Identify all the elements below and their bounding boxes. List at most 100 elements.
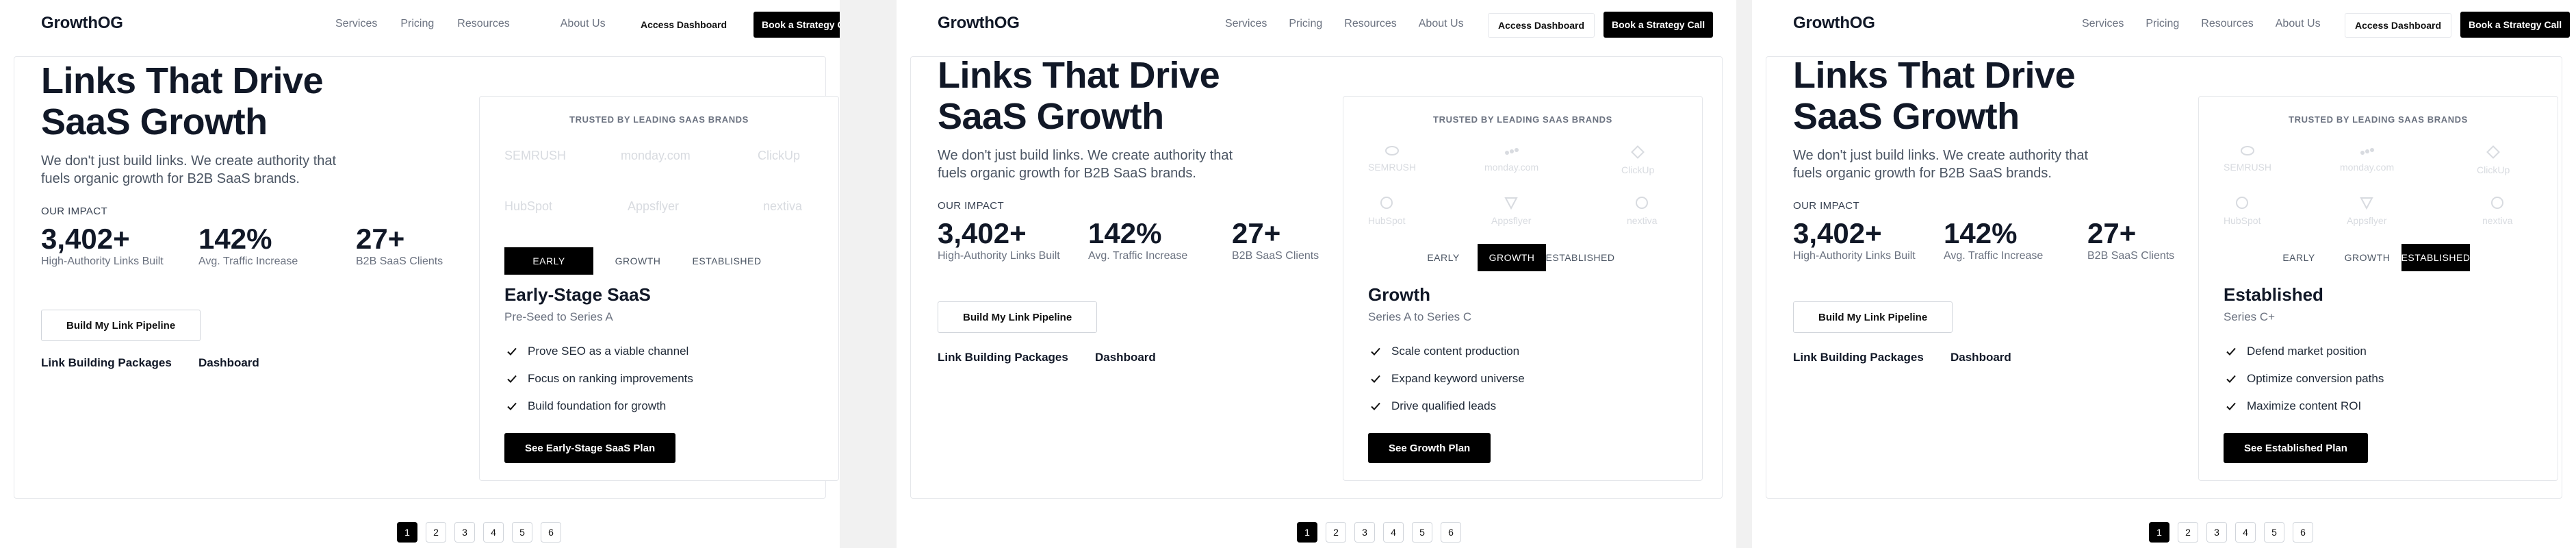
brand-logo-hubspot: HubSpot: [1368, 195, 1405, 226]
brand-logo-nextiva: nextiva: [763, 199, 802, 214]
page-button-6[interactable]: 6: [2293, 522, 2313, 543]
hero-title-line-2: SaaS Growth: [41, 101, 268, 142]
stat-label: B2B SaaS Clients: [2087, 250, 2175, 262]
nav-item-pricing[interactable]: Pricing: [1289, 18, 1322, 30]
feature-text: Focus on ranking improvements: [528, 372, 693, 385]
clock-logo-icon: [1368, 145, 1416, 159]
access-dashboard-button[interactable]: Access Dashboard: [2345, 13, 2452, 38]
stat-label: B2B SaaS Clients: [1232, 250, 1319, 262]
page-button-6[interactable]: 6: [541, 522, 561, 543]
nav-item-pricing[interactable]: Pricing: [2146, 18, 2179, 30]
see-plan-button[interactable]: See Early-Stage SaaS Plan: [504, 433, 676, 463]
tab-growth[interactable]: GROWTH: [1478, 244, 1546, 271]
nav-item-services[interactable]: Services: [1225, 18, 1267, 30]
tab-established[interactable]: ESTABLISHED: [2401, 244, 2470, 271]
nav-item-services[interactable]: Services: [2082, 18, 2124, 30]
feature-text: Build foundation for growth: [528, 399, 667, 412]
link-building-packages-link[interactable]: Link Building Packages: [1793, 351, 1924, 364]
page-button-2[interactable]: 2: [426, 522, 446, 543]
book-strategy-call-button[interactable]: Book a Strategy Call: [754, 12, 840, 38]
nav-item-pricing[interactable]: Pricing: [400, 18, 434, 30]
plan-subtitle: Pre-Seed to Series A: [504, 310, 613, 323]
plans-card: TRUSTED BY LEADING SAAS BRANDS SEMRUSH mon…: [2198, 96, 2558, 481]
page-button-1[interactable]: 1: [397, 522, 417, 543]
build-link-pipeline-button[interactable]: Build My Link Pipeline: [41, 310, 201, 341]
nav-item-resources[interactable]: Resources: [1344, 18, 1396, 30]
stage-tabs: EARLY GROWTH ESTABLISHED: [2265, 244, 2470, 271]
brand-logo-text: HubSpot: [504, 199, 553, 213]
dashboard-link[interactable]: Dashboard: [198, 356, 259, 370]
triangle-logo-icon: [2347, 195, 2386, 212]
brand-logo-text: monday.com: [621, 149, 691, 162]
impact-label: OUR IMPACT: [1793, 200, 1860, 212]
page-button-4[interactable]: 4: [1383, 522, 1404, 543]
stat-item: 27+ B2B SaaS Clients: [1232, 217, 1319, 262]
page-button-4[interactable]: 4: [2235, 522, 2256, 543]
tab-established[interactable]: ESTABLISHED: [682, 247, 771, 275]
secondary-links: Link Building Packages Dashboard: [938, 351, 1280, 366]
page-button-3[interactable]: 3: [1354, 522, 1375, 543]
page-button-4[interactable]: 4: [483, 522, 504, 543]
page-button-5[interactable]: 5: [1412, 522, 1432, 543]
nav-item-about-us[interactable]: About Us: [561, 18, 606, 30]
access-dashboard-button[interactable]: Access Dashboard: [1488, 13, 1595, 38]
nav-item-resources[interactable]: Resources: [457, 18, 509, 30]
feature-text: Drive qualified leads: [1391, 399, 1497, 412]
page-button-3[interactable]: 3: [2206, 522, 2227, 543]
feature-item: Optimize conversion paths: [2224, 365, 2384, 393]
stat-label: Avg. Traffic Increase: [1944, 250, 2044, 262]
check-icon: [2224, 371, 2239, 386]
monday-logo-icon: [1484, 145, 1538, 159]
nav-item-about-us[interactable]: About Us: [1419, 18, 1464, 30]
stat-value: 3,402+: [1793, 217, 1882, 249]
brand-logo[interactable]: GrowthOG: [938, 14, 1020, 33]
page-button-1[interactable]: 1: [2149, 522, 2169, 543]
tab-early[interactable]: EARLY: [1409, 244, 1478, 271]
stat-item: 27+ B2B SaaS Clients: [2087, 217, 2174, 262]
access-dashboard-button[interactable]: Access Dashboard: [631, 13, 737, 36]
book-strategy-call-button[interactable]: Book a Strategy Call: [2460, 12, 2571, 38]
check-icon: [1368, 344, 1383, 359]
page-button-5[interactable]: 5: [512, 522, 532, 543]
stat-item: 3,402+ High-Authority Links Built: [938, 217, 1060, 262]
page-button-2[interactable]: 2: [2178, 522, 2198, 543]
build-link-pipeline-button[interactable]: Build My Link Pipeline: [1793, 301, 1953, 333]
pagination: 123456: [1297, 522, 1461, 543]
page-button-5[interactable]: 5: [2264, 522, 2284, 543]
page-button-2[interactable]: 2: [1326, 522, 1346, 543]
link-building-packages-link[interactable]: Link Building Packages: [41, 356, 172, 370]
pagination: 123456: [2149, 522, 2313, 543]
nav-item-resources[interactable]: Resources: [2201, 18, 2253, 30]
see-plan-button[interactable]: See Growth Plan: [1368, 433, 1491, 463]
tab-early[interactable]: EARLY: [2265, 244, 2333, 271]
nav-item-about-us[interactable]: About Us: [2276, 18, 2321, 30]
tab-early[interactable]: EARLY: [504, 247, 593, 275]
tab-growth[interactable]: GROWTH: [2333, 244, 2401, 271]
page-button-3[interactable]: 3: [454, 522, 475, 543]
main-nav: Services Pricing Resources About Us: [1225, 18, 1464, 30]
nav-item-services[interactable]: Services: [335, 18, 377, 30]
feature-text: Expand keyword universe: [1391, 372, 1525, 385]
build-link-pipeline-button[interactable]: Build My Link Pipeline: [938, 301, 1098, 333]
page-button-1[interactable]: 1: [1297, 522, 1317, 543]
dashboard-link[interactable]: Dashboard: [1095, 351, 1156, 364]
stat-label: High-Authority Links Built: [1793, 250, 1916, 262]
brand-logo-text: SEMRUSH: [1368, 162, 1417, 173]
brand-logo-text: ClickUp: [2477, 164, 2510, 175]
hero-section: Links That Drive SaaS Growth We don't just…: [41, 60, 465, 271]
tab-growth[interactable]: GROWTH: [593, 247, 682, 275]
brand-logo[interactable]: GrowthOG: [41, 14, 123, 33]
tab-established[interactable]: ESTABLISHED: [1546, 244, 1614, 271]
brand-logo-clickup: ClickUp: [1621, 145, 1654, 175]
brand-logo[interactable]: GrowthOG: [1793, 14, 1875, 33]
diamond-logo-icon: [2477, 145, 2510, 162]
check-icon: [1368, 371, 1383, 386]
book-strategy-call-button[interactable]: Book a Strategy Call: [1603, 12, 1714, 38]
dashboard-link[interactable]: Dashboard: [1950, 351, 2011, 364]
see-plan-button[interactable]: See Established Plan: [2224, 433, 2368, 463]
brand-logo-appsflyer: Appsflyer: [2347, 195, 2386, 226]
brand-logo-appsflyer: Appsflyer: [628, 199, 679, 214]
link-building-packages-link[interactable]: Link Building Packages: [938, 351, 1068, 364]
page-button-6[interactable]: 6: [1441, 522, 1461, 543]
impact-stats: 3,402+ High-Authority Links Built 142% Avg.…: [1793, 217, 2217, 265]
